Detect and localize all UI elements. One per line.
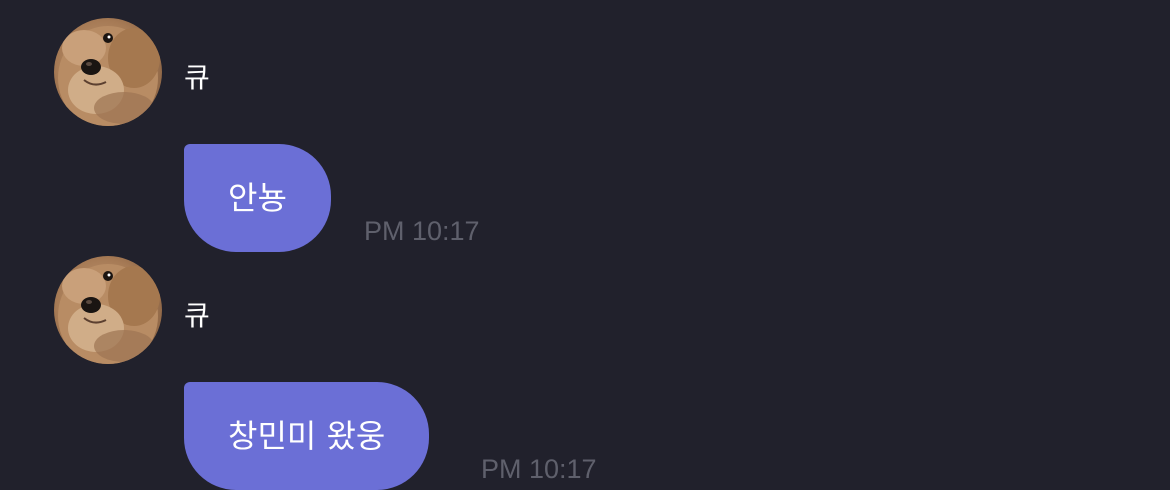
message-group: 큐 창민미 왔웅 PM 10:17 bbox=[0, 256, 1170, 490]
dog-avatar-icon bbox=[58, 26, 160, 126]
avatar[interactable] bbox=[54, 18, 162, 126]
avatar[interactable] bbox=[54, 256, 162, 364]
dog-avatar-icon bbox=[58, 264, 160, 364]
message-timestamp: PM 10:17 bbox=[364, 216, 480, 246]
message-group: 큐 안뇽 PM 10:17 bbox=[0, 18, 1170, 252]
message-timestamp: PM 10:17 bbox=[481, 454, 597, 484]
message-bubble[interactable]: 창민미 왔웅 bbox=[184, 382, 430, 490]
message-bubble[interactable]: 안뇽 bbox=[184, 144, 331, 252]
sender-name: 큐 bbox=[184, 299, 210, 332]
sender-name: 큐 bbox=[184, 61, 210, 94]
